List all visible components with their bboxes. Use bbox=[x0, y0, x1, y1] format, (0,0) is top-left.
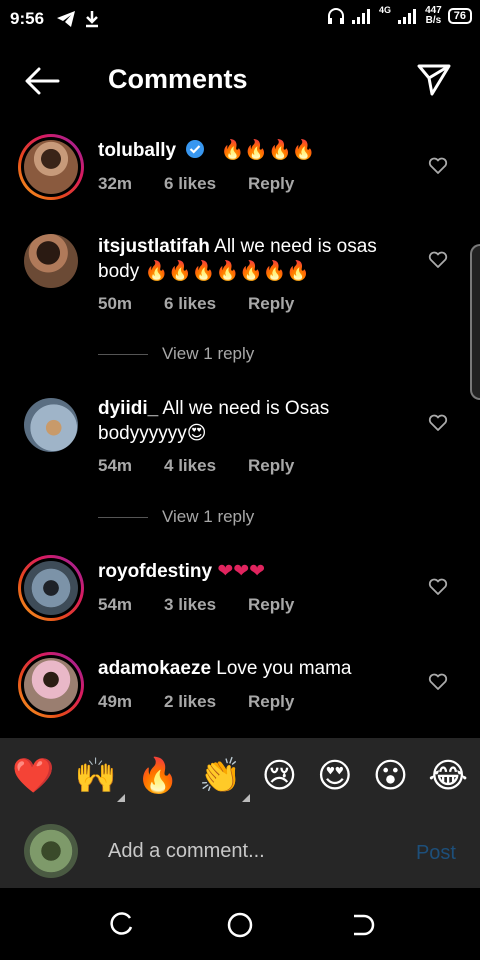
comment-time: 32m bbox=[98, 174, 133, 193]
back-button[interactable] bbox=[22, 64, 62, 98]
comment-time: 50m bbox=[98, 294, 133, 313]
comment-username[interactable]: dyiidi_ bbox=[98, 398, 158, 419]
comment-username[interactable]: tolubally bbox=[98, 140, 176, 161]
comment-username[interactable]: adamokaeze bbox=[98, 658, 211, 679]
scrollbar-thumb[interactable] bbox=[470, 244, 480, 400]
avatar[interactable] bbox=[18, 652, 84, 718]
avatar[interactable] bbox=[24, 234, 78, 288]
status-bar: 9:56 4G 447 B/s 76 bbox=[0, 0, 480, 38]
comment-time: 49m bbox=[98, 692, 133, 711]
reply-button[interactable]: Reply bbox=[248, 294, 294, 314]
verified-badge-icon bbox=[186, 140, 205, 158]
post-button[interactable]: Post bbox=[416, 842, 456, 865]
system-nav-bar bbox=[0, 888, 480, 960]
signal-icon-2 bbox=[398, 9, 417, 24]
signal-icon bbox=[352, 9, 371, 24]
net-speed: 447 B/s bbox=[425, 5, 442, 26]
emoji-heart-eyes[interactable]: 😍 bbox=[317, 756, 352, 796]
divider bbox=[98, 353, 148, 355]
telegram-icon bbox=[57, 11, 76, 27]
status-time: 9:56 bbox=[10, 9, 45, 28]
comment-meta: 54m 3 likes Reply bbox=[98, 595, 326, 615]
comment-likes[interactable]: 2 likes bbox=[164, 692, 216, 712]
comment-input[interactable] bbox=[108, 836, 398, 866]
reply-button[interactable]: Reply bbox=[248, 692, 294, 712]
like-heart-icon[interactable] bbox=[428, 577, 448, 597]
header: Comments bbox=[0, 54, 480, 108]
comment-emoji: 🔥🔥🔥🔥 bbox=[220, 139, 316, 161]
back-arrow-icon bbox=[25, 67, 60, 95]
view-replies-button[interactable]: View 1 reply bbox=[98, 344, 254, 364]
emoji-quick-bar: ❤️ 🙌 🔥 👏 😢 😍 😮 😂 bbox=[0, 738, 480, 814]
avatar[interactable] bbox=[18, 134, 84, 200]
avatar[interactable] bbox=[24, 398, 78, 452]
comment-text: Love you mama bbox=[216, 658, 352, 679]
comment-input-bar: Post bbox=[0, 814, 480, 888]
comment-meta: 54m 4 likes Reply bbox=[98, 456, 326, 476]
comment-username[interactable]: royofdestiny bbox=[98, 561, 212, 582]
emoji-raised-hands[interactable]: 🙌 bbox=[74, 756, 125, 802]
comment-likes[interactable]: 3 likes bbox=[164, 595, 216, 615]
emoji-laughing[interactable]: 😂 bbox=[428, 756, 468, 796]
comment-emoji: 🔥🔥🔥🔥🔥🔥🔥 bbox=[144, 260, 311, 282]
comment-likes[interactable]: 4 likes bbox=[164, 456, 216, 476]
emoji-heart[interactable]: ❤️ bbox=[12, 756, 54, 796]
like-heart-icon[interactable] bbox=[428, 672, 448, 692]
comment-time: 54m bbox=[98, 456, 133, 475]
like-heart-icon[interactable] bbox=[428, 413, 448, 433]
page-title: Comments bbox=[108, 64, 248, 94]
recent-apps-icon[interactable] bbox=[106, 910, 136, 940]
reply-button[interactable]: Reply bbox=[248, 595, 294, 615]
comment-likes[interactable]: 6 likes bbox=[164, 294, 216, 314]
headphones-icon bbox=[328, 8, 345, 24]
comment-likes[interactable]: 6 likes bbox=[164, 174, 216, 194]
divider bbox=[98, 516, 148, 518]
avatar[interactable] bbox=[18, 555, 84, 621]
send-icon bbox=[417, 64, 451, 96]
reply-button[interactable]: Reply bbox=[248, 174, 294, 194]
download-icon bbox=[86, 11, 99, 28]
share-button[interactable] bbox=[416, 62, 452, 98]
emoji-fire[interactable]: 🔥 bbox=[137, 756, 179, 796]
view-replies-button[interactable]: View 1 reply bbox=[98, 507, 254, 527]
comment-username[interactable]: itsjustlatifah bbox=[98, 236, 210, 257]
comment-meta: 49m 2 likes Reply bbox=[98, 692, 326, 712]
like-heart-icon[interactable] bbox=[428, 250, 448, 270]
reply-button[interactable]: Reply bbox=[248, 456, 294, 476]
comment-meta: 50m 6 likes Reply bbox=[98, 294, 326, 314]
user-avatar bbox=[24, 824, 78, 878]
like-heart-icon[interactable] bbox=[428, 156, 448, 176]
emoji-surprised[interactable]: 😮 bbox=[373, 756, 408, 796]
comment-emoji: ❤❤❤ bbox=[217, 560, 266, 582]
network-type: 4G bbox=[379, 5, 392, 15]
comment-meta: 32m 6 likes Reply bbox=[98, 174, 326, 194]
comment-time: 54m bbox=[98, 595, 133, 614]
emoji-clap[interactable]: 👏 bbox=[199, 756, 250, 802]
emoji-crying[interactable]: 😢 bbox=[262, 756, 297, 796]
home-icon[interactable] bbox=[225, 910, 255, 940]
back-nav-icon[interactable] bbox=[346, 910, 376, 940]
battery-indicator: 76 bbox=[447, 8, 472, 24]
